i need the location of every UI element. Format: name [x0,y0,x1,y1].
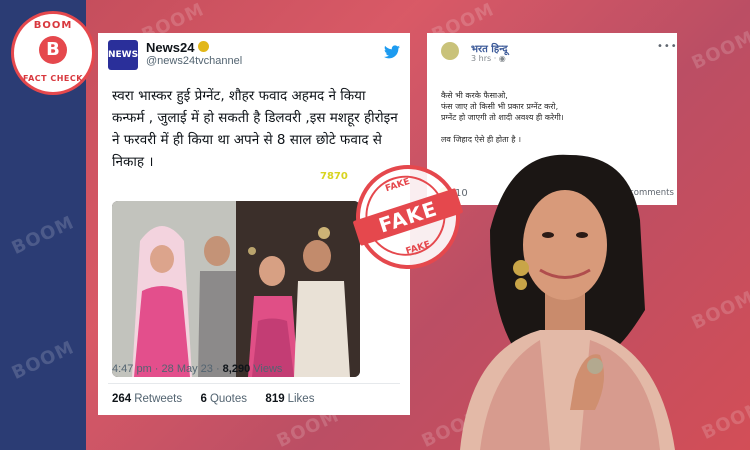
quotes-count: 6 [200,393,207,405]
woman-portrait [420,150,710,450]
fb-line: कैसे भी करके फैसाओ, [441,91,508,100]
fb-line: प्रग्नेंट हो जाएगी तो शादी अवश्य ही करेग… [441,113,564,122]
news24-avatar[interactable]: NEWS 24 [108,40,138,90]
likes-stat[interactable]: 819 Likes [265,393,314,405]
tweet-meta: 4:47 pm · 28 May 23 · 8,290 Views [112,363,282,375]
quotes-stat[interactable]: 6 Quotes [201,393,247,405]
tweet-text: स्वरा भास्कर हुई प्रेग्नेंट, शौहर फवाद अ… [112,88,398,170]
tweet-stats: 264 Retweets 6 Quotes 819 Likes [112,393,314,405]
fb-timestamp: 3 hrs · ◉ [471,54,506,63]
overlay-number: 7870 [320,171,348,182]
quotes-label: Quotes [209,393,248,405]
tweet-timestamp: 4:47 pm · 28 May 23 · [112,363,223,375]
fb-author-name[interactable]: भरत हिन्दू [471,41,508,55]
fb-line: फंस जाए तो किसी भी प्रकार प्रग्नेंट करो, [441,102,559,111]
tweet-photo[interactable] [112,201,360,377]
boom-fact-check-logo: BOOM B FACT CHECK [14,14,92,92]
retweets-count: 264 [112,393,132,405]
twitter-bird-icon [384,45,400,62]
likes-label: Likes [287,393,315,405]
fb-time-text: 3 hrs · [471,54,499,63]
logo-top-text: BOOM [33,20,73,31]
tweet-author-name[interactable]: News24 [146,40,194,55]
tweet-author-handle[interactable]: @news24tvchannel [146,55,242,67]
globe-icon: ◉ [498,54,506,63]
likes-count: 819 [265,393,285,405]
retweets-stat[interactable]: 264 Retweets [112,393,182,405]
divider [108,383,400,384]
logo-bottom-text: FACT CHECK [23,74,83,83]
fact-check-graphic: BOOM BOOM BOOM BOOM BOOM BOOM BOOM BOOM … [0,0,750,450]
fb-line: लव जिहाद ऐसे ही होता है । [441,135,522,144]
fb-avatar[interactable] [441,42,459,60]
more-options-icon[interactable]: ••• [657,41,678,52]
fb-line [441,123,671,134]
retweets-label: Retweets [134,393,183,405]
tweet-views-label: Views [250,363,283,375]
verified-badge-icon [198,41,209,52]
logo-letter: B [39,36,67,64]
tweet-views-count: 8,290 [222,363,251,375]
fb-post-text: कैसे भी करके फैसाओ, फंस जाए तो किसी भी प… [441,90,671,145]
